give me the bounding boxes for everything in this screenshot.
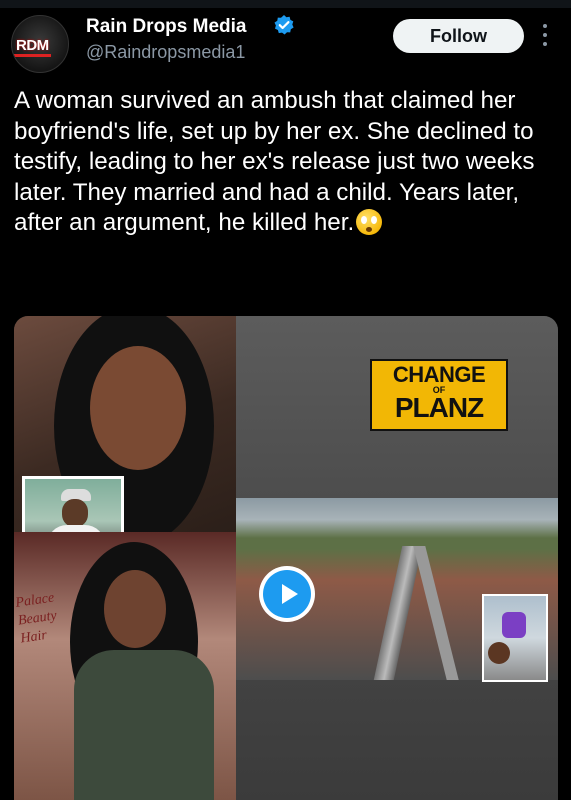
verified-badge-icon (274, 15, 294, 35)
video-play-button[interactable] (259, 566, 315, 622)
man-with-child-inset-photo (482, 594, 548, 682)
avatar[interactable]: RDM (11, 15, 69, 73)
signage-line: Hair (19, 627, 48, 647)
flushed-face-emoji-icon (356, 209, 383, 235)
woman-portrait-image (14, 316, 236, 532)
tweet-media[interactable]: Palace Beauty Hair CHANGE OF PLANZ (14, 316, 558, 800)
play-icon (263, 570, 311, 618)
tweet-body: A woman survived an ambush that claimed … (14, 87, 535, 236)
more-options-icon[interactable] (538, 24, 552, 50)
man-inset-photo (22, 476, 124, 532)
avatar-logo-text: RDM (14, 37, 51, 57)
salon-signage-text: Palace Beauty Hair (14, 590, 60, 649)
logo-line-1: CHANGE (392, 362, 486, 387)
top-status-strip (0, 0, 571, 8)
logo-line-3: PLANZ (394, 392, 484, 423)
change-of-planz-logo: CHANGE OF PLANZ (370, 359, 508, 431)
tweet-text: A woman survived an ambush that claimed … (14, 86, 562, 239)
woman-selfie-image: Palace Beauty Hair (14, 532, 236, 800)
video-thumbnail: CHANGE OF PLANZ (236, 316, 558, 800)
author-display-name[interactable]: Rain Drops Media (86, 16, 246, 38)
author-handle[interactable]: @Raindropsmedia1 (86, 42, 245, 63)
follow-button[interactable]: Follow (393, 19, 524, 53)
